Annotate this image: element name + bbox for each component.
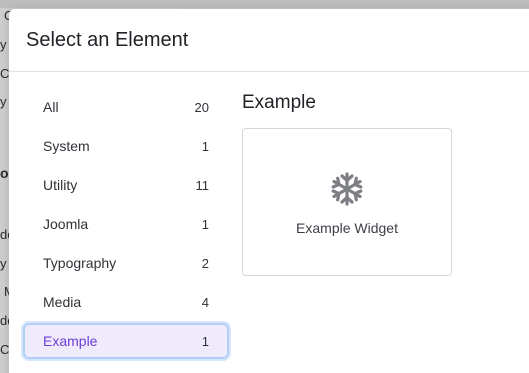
element-card-label: Example Widget (296, 220, 398, 236)
category-item-utility[interactable]: Utility 11 (23, 167, 229, 203)
category-label: Example (43, 333, 98, 349)
modal-body: All 20 System 1 Utility 11 Joomla 1 Typo… (9, 72, 529, 362)
category-label: All (43, 99, 59, 115)
category-label: Typography (43, 255, 117, 271)
category-label: Utility (43, 177, 78, 193)
category-item-typography[interactable]: Typography 2 (23, 245, 229, 281)
category-item-media[interactable]: Media 4 (23, 284, 229, 320)
snowflake-icon (331, 172, 363, 206)
select-element-modal: Select an Element All 20 System 1 Utilit… (9, 9, 529, 373)
section-title: Example (242, 92, 316, 113)
category-count: 20 (194, 99, 209, 115)
category-item-system[interactable]: System 1 (23, 128, 229, 164)
category-count: 4 (201, 294, 209, 310)
category-label: Media (43, 294, 82, 310)
category-count: 11 (195, 177, 210, 193)
category-label: Joomla (43, 216, 89, 232)
element-content: Example Example Widget (229, 72, 452, 362)
category-item-example[interactable]: Example 1 (23, 323, 229, 359)
background-text: y (0, 37, 7, 52)
background-text: y (0, 94, 7, 109)
category-count: 1 (201, 138, 209, 154)
modal-header: Select an Element (9, 9, 529, 72)
category-count: 2 (201, 255, 209, 271)
category-item-all[interactable]: All 20 (23, 89, 229, 125)
category-sidebar: All 20 System 1 Utility 11 Joomla 1 Typo… (9, 72, 229, 362)
category-item-joomla[interactable]: Joomla 1 (23, 206, 229, 242)
background-topbar (0, 0, 529, 8)
background-text: y (0, 256, 7, 271)
modal-title: Select an Element (26, 28, 189, 51)
category-count: 1 (201, 216, 209, 232)
element-card-example-widget[interactable]: Example Widget (242, 128, 452, 276)
category-count: 1 (201, 333, 209, 349)
category-label: System (43, 138, 90, 154)
